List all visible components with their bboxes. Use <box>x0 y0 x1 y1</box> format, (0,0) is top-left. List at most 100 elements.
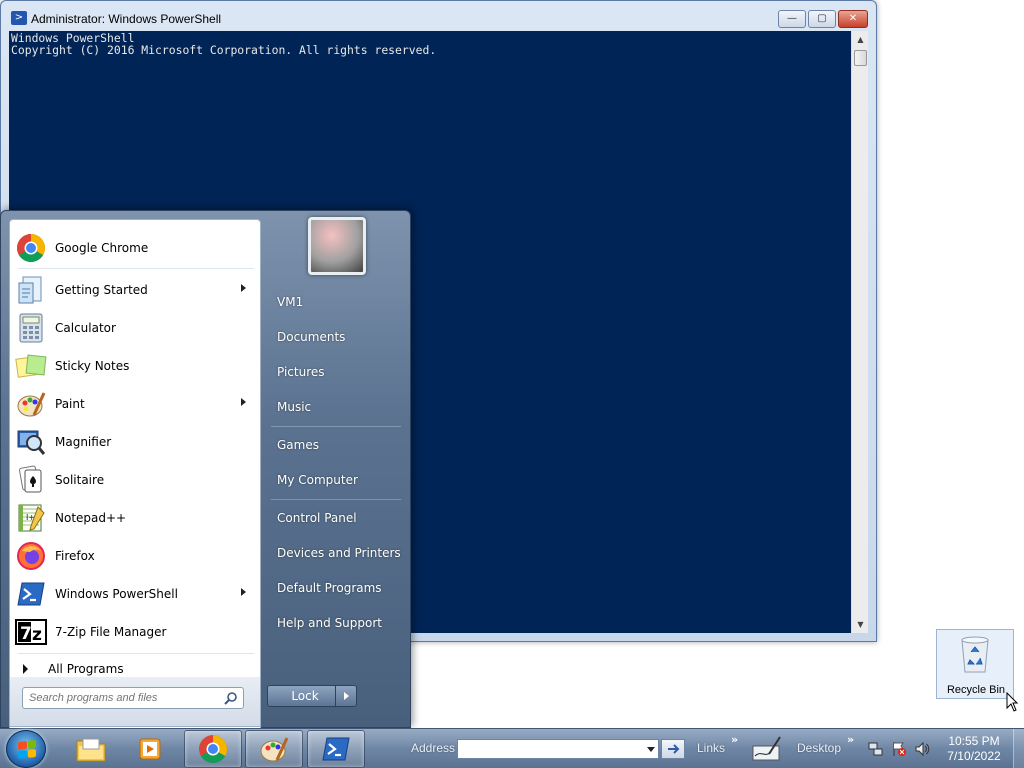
powershell-icon <box>15 578 47 610</box>
paint-icon <box>260 737 289 762</box>
address-dropdown-icon[interactable] <box>647 747 655 752</box>
submenu-arrow-icon[interactable] <box>241 588 246 596</box>
console-line: Copyright (C) 2016 Microsoft Corporation… <box>11 43 437 57</box>
taskbar-chrome-button[interactable] <box>184 730 242 768</box>
right-link-help-support[interactable]: Help and Support <box>267 608 403 638</box>
recycle-bin-label: Recycle Bin <box>946 684 1006 696</box>
start-item-magnifier[interactable]: Magnifier <box>13 424 258 460</box>
start-menu-programs-pane: Google Chrome Getting Started Calculator… <box>9 219 261 729</box>
close-button[interactable]: ✕ <box>838 10 868 28</box>
right-link-control-panel[interactable]: Control Panel <box>267 503 403 533</box>
minimize-button[interactable]: — <box>778 10 806 28</box>
separator <box>18 268 254 269</box>
start-item-firefox[interactable]: Firefox <box>13 538 258 574</box>
user-avatar[interactable] <box>308 217 366 275</box>
start-item-7zip[interactable]: 7z 7-Zip File Manager <box>13 614 258 650</box>
clock-time: 10:55 PM <box>948 734 1000 748</box>
right-link-pictures[interactable]: Pictures <box>267 357 403 387</box>
right-link-music[interactable]: Music <box>267 392 403 422</box>
start-item-notepad-plus-plus[interactable]: I++ Notepad++ <box>13 500 258 536</box>
search-input[interactable] <box>29 690 219 706</box>
right-link-games[interactable]: Games <box>267 430 403 460</box>
links-chevron-icon[interactable]: » <box>731 733 738 746</box>
separator <box>18 653 254 654</box>
search-icon[interactable] <box>224 691 238 705</box>
svg-text:7: 7 <box>20 624 32 644</box>
start-item-label: Notepad++ <box>55 511 127 525</box>
start-button[interactable] <box>6 730 46 768</box>
system-clock[interactable]: 10:55 PM 7/10/2022 <box>940 734 1008 764</box>
media-player-icon <box>139 738 161 760</box>
start-item-google-chrome[interactable]: Google Chrome <box>13 230 258 266</box>
chrome-icon <box>199 735 227 763</box>
taskbar-explorer-button[interactable] <box>62 730 120 768</box>
clock-date: 7/10/2022 <box>947 749 1001 763</box>
volume-icon[interactable] <box>914 741 930 757</box>
separator <box>271 426 401 427</box>
separator <box>271 499 401 500</box>
start-item-label: 7-Zip File Manager <box>55 625 167 639</box>
right-link-default-programs[interactable]: Default Programs <box>267 573 403 603</box>
start-item-label: Sticky Notes <box>55 359 130 373</box>
file-explorer-icon <box>76 738 106 762</box>
tablet-input-icon[interactable] <box>751 734 783 764</box>
vertical-scrollbar[interactable]: ▲ ▼ <box>851 31 868 633</box>
start-item-label: Magnifier <box>55 435 112 449</box>
firefox-icon <box>15 540 47 572</box>
taskbar-media-player-button[interactable] <box>122 730 180 768</box>
windows-logo-icon <box>18 740 36 759</box>
go-arrow-icon <box>668 744 680 754</box>
maximize-button[interactable]: ▢ <box>808 10 836 28</box>
recycle-bin-icon <box>961 636 989 673</box>
taskbar: Address Links » Desktop » 10:55 PM 7/10/… <box>0 728 1024 768</box>
scroll-down-arrow[interactable]: ▼ <box>852 616 869 633</box>
address-toolbar-label: Address <box>411 741 456 755</box>
right-link-documents[interactable]: Documents <box>267 322 403 352</box>
title-bar[interactable]: > Administrator: Windows PowerShell — ▢ … <box>1 1 876 31</box>
start-item-label: Solitaire <box>55 473 105 487</box>
start-item-sticky-notes[interactable]: Sticky Notes <box>13 348 258 384</box>
address-go-button[interactable] <box>661 739 685 759</box>
network-icon[interactable] <box>868 741 884 757</box>
scroll-thumb[interactable] <box>854 50 867 66</box>
start-item-windows-powershell[interactable]: Windows PowerShell <box>13 576 258 612</box>
taskbar-paint-button[interactable] <box>245 730 303 768</box>
7zip-icon: 7z <box>15 616 47 648</box>
lock-button[interactable]: Lock <box>267 685 343 707</box>
start-item-getting-started[interactable]: Getting Started <box>13 272 258 308</box>
submenu-arrow-icon[interactable] <box>241 398 246 406</box>
right-link-vm1[interactable]: VM1 <box>267 287 403 317</box>
start-item-label: Calculator <box>55 321 116 335</box>
expand-arrow-icon <box>23 664 28 674</box>
window-title: Administrator: Windows PowerShell <box>31 12 222 26</box>
start-item-label: Getting Started <box>55 283 148 297</box>
scroll-up-arrow[interactable]: ▲ <box>852 31 869 48</box>
desktop-toolbar-label[interactable]: Desktop <box>797 741 841 755</box>
links-toolbar-label[interactable]: Links <box>697 741 725 755</box>
powershell-title-icon: > <box>11 11 27 25</box>
desktop-chevron-icon[interactable]: » <box>847 733 854 746</box>
taskbar-powershell-button[interactable] <box>307 730 365 768</box>
show-desktop-button[interactable] <box>1013 729 1024 768</box>
submenu-arrow-icon[interactable] <box>241 284 246 292</box>
start-item-calculator[interactable]: Calculator <box>13 310 258 346</box>
chrome-icon <box>15 232 47 264</box>
paint-icon <box>15 388 47 420</box>
start-item-solitaire[interactable]: Solitaire <box>13 462 258 498</box>
powershell-icon <box>322 737 350 761</box>
notepadpp-icon: I++ <box>15 502 47 534</box>
action-center-flag-icon[interactable] <box>891 741 907 757</box>
shutdown-options-arrow[interactable] <box>335 685 357 707</box>
start-item-label: Firefox <box>55 549 95 563</box>
search-box[interactable] <box>22 687 244 709</box>
start-item-label: Windows PowerShell <box>55 587 178 601</box>
right-link-devices-printers[interactable]: Devices and Printers <box>267 538 403 568</box>
recycle-bin-desktop-icon[interactable]: Recycle Bin <box>936 629 1014 699</box>
magnifier-icon <box>15 426 47 458</box>
right-link-my-computer[interactable]: My Computer <box>267 465 403 495</box>
start-item-label: Google Chrome <box>55 241 149 255</box>
start-item-paint[interactable]: Paint <box>13 386 258 422</box>
svg-text:z: z <box>32 625 42 645</box>
address-input[interactable] <box>457 739 659 759</box>
solitaire-icon <box>15 464 47 496</box>
